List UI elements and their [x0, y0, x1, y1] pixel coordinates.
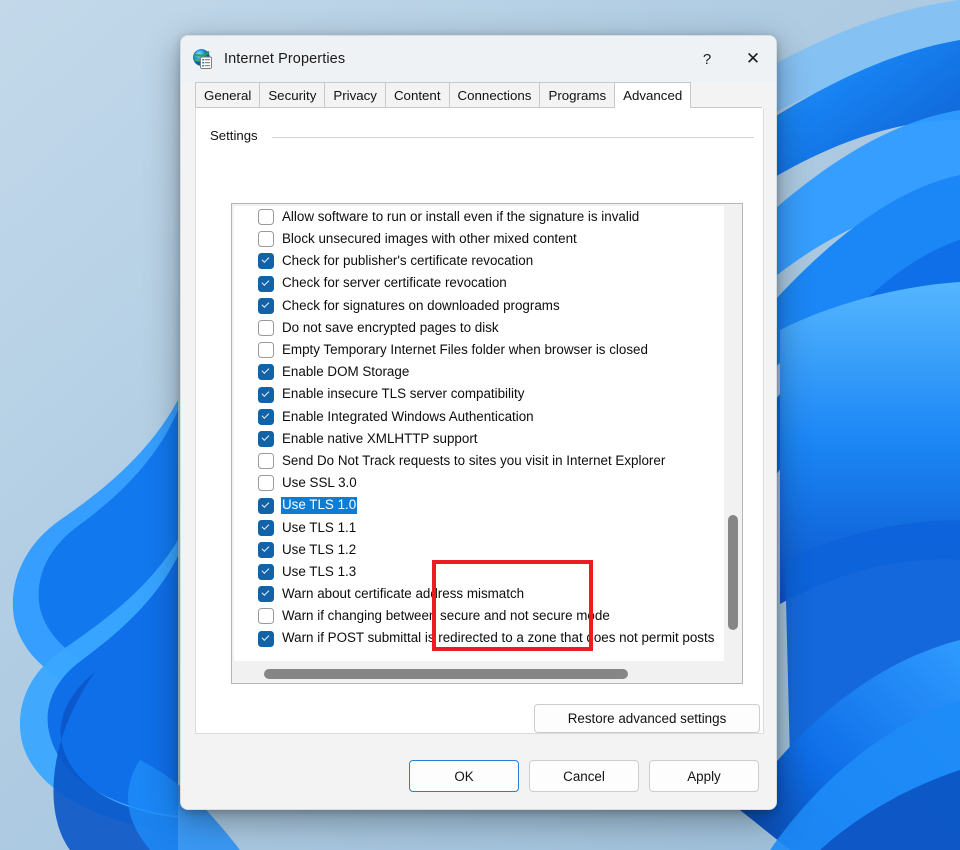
- caption-buttons: ? ✕: [684, 36, 776, 82]
- settings-list-item-label: Use TLS 1.1: [282, 519, 357, 535]
- checkbox-checked-icon[interactable]: [258, 408, 274, 425]
- advanced-settings-listbox[interactable]: Allow software to run or install even if…: [231, 203, 743, 684]
- checkbox-unchecked-icon[interactable]: [258, 608, 274, 625]
- tab-programs[interactable]: Programs: [539, 82, 616, 107]
- checkbox-unchecked-icon[interactable]: [258, 320, 274, 337]
- settings-list-item-label: Enable Integrated Windows Authentication: [282, 408, 534, 424]
- help-button[interactable]: ?: [684, 36, 730, 82]
- checkbox-checked-icon[interactable]: [258, 564, 274, 581]
- tab-security[interactable]: Security: [259, 82, 326, 107]
- settings-list[interactable]: Allow software to run or install even if…: [234, 206, 724, 661]
- vertical-scrollbar-thumb[interactable]: [728, 515, 738, 630]
- settings-list-item-label: Block unsecured images with other mixed …: [282, 231, 577, 247]
- window-title: Internet Properties: [224, 51, 346, 67]
- checkbox-checked-icon[interactable]: [258, 430, 274, 447]
- settings-list-item[interactable]: Allow software to run or install even if…: [234, 206, 724, 228]
- tab-panel-advanced: Settings Allow software to run or instal…: [195, 108, 764, 734]
- apply-button[interactable]: Apply: [649, 760, 759, 792]
- checkbox-checked-icon[interactable]: [258, 275, 274, 292]
- settings-list-item-label: Enable DOM Storage: [282, 364, 410, 380]
- settings-list-item[interactable]: Use TLS 1.2: [234, 539, 724, 561]
- settings-list-item-label: Send Do Not Track requests to sites you …: [282, 452, 666, 468]
- internet-properties-dialog: Internet Properties ? ✕ General Security P…: [180, 35, 777, 810]
- dialog-footer: OK Cancel Apply: [181, 743, 776, 809]
- checkbox-checked-icon[interactable]: [258, 297, 274, 314]
- settings-list-item-label: Use TLS 1.2: [282, 541, 357, 557]
- settings-list-item[interactable]: Enable insecure TLS server compatibility: [234, 384, 724, 406]
- internet-properties-icon: [193, 49, 212, 69]
- settings-list-item-label: Check for signatures on downloaded progr…: [282, 297, 560, 313]
- settings-list-item[interactable]: Check for publisher's certificate revoca…: [234, 250, 724, 272]
- checkbox-unchecked-icon[interactable]: [258, 209, 274, 226]
- title-bar[interactable]: Internet Properties ? ✕: [181, 36, 776, 82]
- settings-list-item[interactable]: Empty Temporary Internet Files folder wh…: [234, 339, 724, 361]
- settings-list-item-label: Empty Temporary Internet Files folder wh…: [282, 342, 648, 358]
- tab-connections[interactable]: Connections: [448, 82, 541, 107]
- checkbox-checked-icon[interactable]: [258, 386, 274, 403]
- settings-list-item[interactable]: Enable DOM Storage: [234, 361, 724, 383]
- settings-list-item[interactable]: Use TLS 1.0: [234, 494, 724, 516]
- settings-list-item[interactable]: Enable Integrated Windows Authentication: [234, 406, 724, 428]
- settings-list-item[interactable]: Do not save encrypted pages to disk: [234, 317, 724, 339]
- settings-list-item[interactable]: Warn if changing between secure and not …: [234, 605, 724, 627]
- tab-advanced[interactable]: Advanced: [614, 82, 692, 108]
- vertical-scrollbar[interactable]: [725, 205, 741, 662]
- desktop: Internet Properties ? ✕ General Security P…: [0, 0, 960, 850]
- settings-list-item-label: Use TLS 1.3: [282, 563, 357, 579]
- checkbox-checked-icon[interactable]: [258, 497, 274, 514]
- settings-list-item[interactable]: Use TLS 1.1: [234, 517, 724, 539]
- close-icon[interactable]: ✕: [730, 36, 776, 82]
- settings-list-item-label: Enable native XMLHTTP support: [282, 430, 478, 446]
- settings-list-item-label: Enable insecure TLS server compatibility: [282, 386, 525, 402]
- checkbox-checked-icon[interactable]: [258, 586, 274, 603]
- settings-group-label: Settings: [210, 128, 264, 143]
- checkbox-checked-icon[interactable]: [258, 253, 274, 270]
- settings-list-item[interactable]: Enable native XMLHTTP support: [234, 428, 724, 450]
- checkbox-checked-icon[interactable]: [258, 364, 274, 381]
- settings-list-item[interactable]: Warn if POST submittal is redirected to …: [234, 628, 724, 650]
- group-divider: [272, 137, 754, 138]
- checkbox-unchecked-icon[interactable]: [258, 453, 274, 470]
- settings-list-item-label: Warn about certificate address mismatch: [282, 586, 525, 602]
- settings-list-item[interactable]: Warn about certificate address mismatch: [234, 583, 724, 605]
- tab-general[interactable]: General: [195, 82, 261, 107]
- checkbox-checked-icon[interactable]: [258, 519, 274, 536]
- settings-list-item-label: Warn if changing between secure and not …: [282, 608, 610, 624]
- checkbox-unchecked-icon[interactable]: [258, 231, 274, 248]
- settings-list-item[interactable]: Block unsecured images with other mixed …: [234, 228, 724, 250]
- horizontal-scrollbar[interactable]: [233, 665, 726, 682]
- restore-advanced-settings-button[interactable]: Restore advanced settings: [534, 704, 760, 733]
- settings-list-item-label: Use TLS 1.0: [281, 497, 358, 514]
- settings-list-item-label: Use SSL 3.0: [282, 475, 357, 491]
- settings-list-item-label: Check for server certificate revocation: [282, 275, 507, 291]
- settings-list-item[interactable]: Use TLS 1.3: [234, 561, 724, 583]
- settings-list-item[interactable]: Check for server certificate revocation: [234, 273, 724, 295]
- checkbox-checked-icon[interactable]: [258, 541, 274, 558]
- settings-list-item-label: Check for publisher's certificate revoca…: [282, 253, 534, 269]
- ok-button[interactable]: OK: [409, 760, 519, 792]
- settings-list-item-label: Warn if POST submittal is redirected to …: [282, 630, 715, 646]
- settings-list-item-label: Allow software to run or install even if…: [282, 208, 640, 224]
- tab-privacy[interactable]: Privacy: [324, 82, 386, 107]
- cancel-button[interactable]: Cancel: [529, 760, 639, 792]
- settings-list-item-label: Do not save encrypted pages to disk: [282, 319, 499, 335]
- checkbox-checked-icon[interactable]: [258, 630, 274, 647]
- checkbox-unchecked-icon[interactable]: [258, 475, 274, 492]
- checkbox-unchecked-icon[interactable]: [258, 342, 274, 359]
- settings-list-item[interactable]: Send Do Not Track requests to sites you …: [234, 450, 724, 472]
- horizontal-scrollbar-thumb[interactable]: [264, 669, 628, 679]
- settings-list-item[interactable]: Check for signatures on downloaded progr…: [234, 295, 724, 317]
- settings-list-item[interactable]: Use SSL 3.0: [234, 472, 724, 494]
- tab-strip: General Security Privacy Content Connections…: [195, 82, 762, 108]
- tab-content[interactable]: Content: [384, 82, 450, 107]
